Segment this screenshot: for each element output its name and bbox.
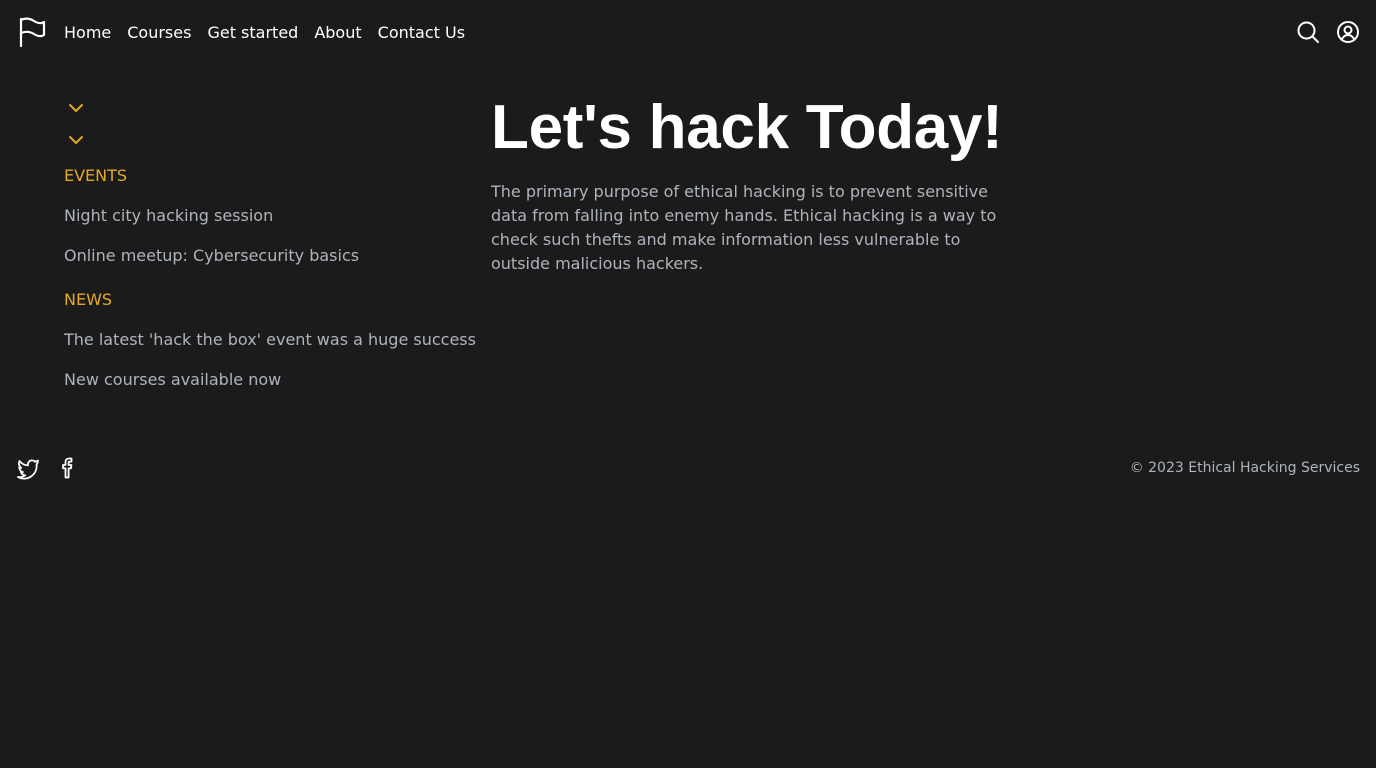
- nav-link-home[interactable]: Home: [64, 23, 111, 42]
- footer: © 2023 Ethical Hacking Services: [0, 452, 1376, 484]
- nav-link-get-started[interactable]: Get started: [207, 23, 298, 42]
- twitter-icon[interactable]: [16, 456, 40, 480]
- event-link[interactable]: Online meetup: Cybersecurity basics: [64, 246, 359, 265]
- copyright-text: © 2023 Ethical Hacking Services: [1129, 460, 1360, 476]
- chevron-down-icon[interactable]: [64, 96, 88, 120]
- sidebar: EVENTS Night city hacking session Online…: [64, 96, 476, 392]
- header-actions: [1296, 20, 1360, 44]
- nav-link-contact-us[interactable]: Contact Us: [378, 23, 465, 42]
- top-navigation-bar: Home Courses Get started About Contact U…: [0, 0, 1376, 64]
- news-link[interactable]: New courses available now: [64, 370, 281, 389]
- hero-section: Let's hack Today! The primary purpose of…: [491, 92, 1011, 276]
- events-list: Night city hacking session Online meetup…: [64, 204, 474, 268]
- news-link[interactable]: The latest 'hack the box' event was a hu…: [64, 330, 476, 349]
- intro-paragraph: The primary purpose of ethical hacking i…: [491, 182, 997, 273]
- facebook-icon[interactable]: [56, 456, 80, 480]
- list-item: Night city hacking session: [64, 204, 474, 228]
- main-nav: Home Courses Get started About Contact U…: [64, 0, 465, 64]
- events-section: EVENTS Night city hacking session Online…: [64, 164, 474, 268]
- list-item: New courses available now: [64, 368, 474, 392]
- event-link[interactable]: Night city hacking session: [64, 206, 273, 225]
- nav-link-about[interactable]: About: [314, 23, 361, 42]
- news-heading: NEWS: [64, 290, 113, 309]
- nav-link-courses[interactable]: Courses: [127, 23, 191, 42]
- social-links: [16, 456, 80, 480]
- list-item: Online meetup: Cybersecurity basics: [64, 244, 474, 268]
- user-circle-icon[interactable]: [1336, 20, 1360, 44]
- search-icon[interactable]: [1296, 20, 1320, 44]
- page-title: Let's hack Today!: [491, 93, 1003, 162]
- news-section: NEWS The latest 'hack the box' event was…: [64, 288, 476, 392]
- news-list: The latest 'hack the box' event was a hu…: [64, 328, 476, 392]
- flag-icon[interactable]: [16, 16, 48, 48]
- chevron-down-icon[interactable]: [64, 128, 88, 152]
- events-heading: EVENTS: [64, 166, 128, 185]
- list-item: The latest 'hack the box' event was a hu…: [64, 328, 476, 352]
